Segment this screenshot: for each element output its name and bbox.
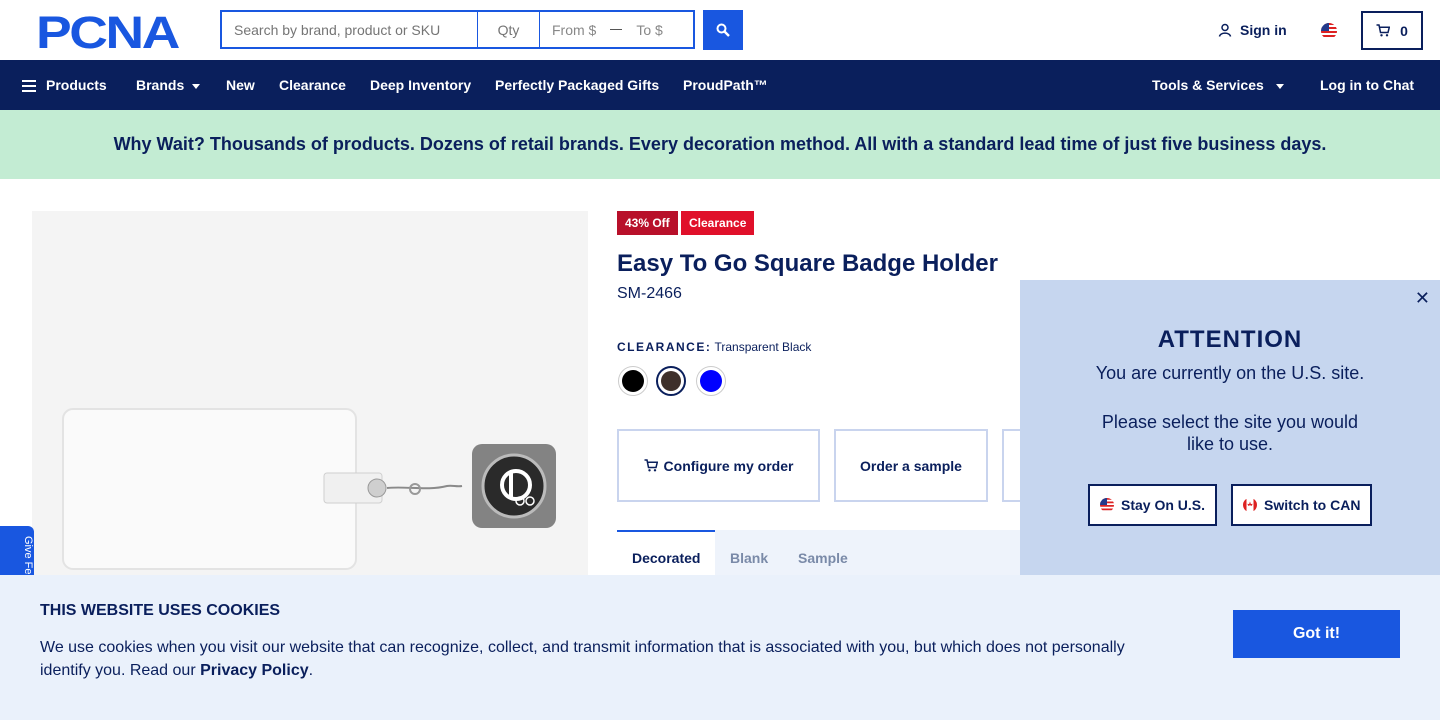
sign-in-link[interactable]: Sign in xyxy=(1218,22,1287,38)
price-dash xyxy=(610,29,623,30)
caret-down-icon xyxy=(1275,83,1284,89)
nav-tools-label: Tools & Services xyxy=(1152,77,1264,93)
close-icon[interactable]: ✕ xyxy=(1415,288,1430,309)
nav-deep-inventory[interactable]: Deep Inventory xyxy=(370,77,471,93)
nav-clearance[interactable]: Clearance xyxy=(279,77,346,93)
popup-line-2: Please select the site you would like to… xyxy=(1101,412,1359,454)
order-sample-button[interactable]: Order a sample xyxy=(834,429,988,502)
feedback-tab[interactable]: Give Fe xyxy=(0,526,34,576)
popup-line-1: You are currently on the U.S. site. xyxy=(1095,363,1365,383)
search-button[interactable] xyxy=(703,10,743,50)
pcna-logo[interactable]: PCNA xyxy=(36,12,184,50)
product-title: Easy To Go Square Badge Holder xyxy=(617,250,998,277)
nav-products[interactable]: Products xyxy=(22,77,107,93)
tab-blank[interactable]: Blank xyxy=(730,550,768,566)
product-sku: SM-2466 xyxy=(617,285,682,302)
swatch-fill xyxy=(700,370,722,392)
clearance-badge: Clearance xyxy=(681,211,755,235)
cart-icon xyxy=(644,459,658,472)
nav-brands[interactable]: Brands xyxy=(136,77,201,93)
cookie-accept-button[interactable]: Got it! xyxy=(1233,610,1400,658)
cart-button[interactable]: 0 xyxy=(1361,11,1423,50)
search-input[interactable] xyxy=(220,10,478,49)
configure-order-button[interactable]: Configure my order xyxy=(617,429,820,502)
switch-can-label: Switch to CAN xyxy=(1264,497,1361,513)
tab-sample[interactable]: Sample xyxy=(798,550,848,566)
configure-order-label: Configure my order xyxy=(663,457,794,474)
caret-down-icon xyxy=(192,83,201,89)
color-value: Transparent Black xyxy=(714,340,812,354)
cookie-message: We use cookies when you visit our websit… xyxy=(40,636,1160,682)
cart-count: 0 xyxy=(1400,22,1408,39)
search-icon xyxy=(716,23,730,37)
nav-new[interactable]: New xyxy=(226,77,255,93)
search-bar: From $ To $ xyxy=(220,10,695,50)
price-to-input[interactable]: To $ xyxy=(636,22,662,38)
stay-us-label: Stay On U.S. xyxy=(1121,497,1206,513)
nav-gifts[interactable]: Perfectly Packaged Gifts xyxy=(495,77,659,93)
main-nav: Products Brands New Clearance Deep Inven… xyxy=(0,60,1440,110)
badge-holder-illustration xyxy=(62,408,556,570)
site-select-popup: ✕ ATTENTION You are currently on the U.S… xyxy=(1020,280,1440,575)
nav-brands-label: Brands xyxy=(136,77,185,93)
swatch-fill xyxy=(622,370,644,392)
stay-us-button[interactable]: Stay On U.S. xyxy=(1088,484,1218,526)
discount-badge: 43% Off xyxy=(617,211,678,235)
price-range[interactable]: From $ To $ xyxy=(540,10,695,49)
canada-flag-icon xyxy=(1243,498,1257,512)
cookie-banner: THIS WEBSITE USES COOKIES We use cookies… xyxy=(0,575,1440,720)
promo-banner: Why Wait? Thousands of products. Dozens … xyxy=(0,110,1440,179)
privacy-policy-link[interactable]: Privacy Policy xyxy=(200,662,309,679)
color-swatch-blue[interactable] xyxy=(696,366,726,396)
popup-title: ATTENTION xyxy=(1157,326,1303,353)
user-icon xyxy=(1218,23,1232,37)
switch-can-button[interactable]: Switch to CAN xyxy=(1231,484,1373,526)
nav-chat-login[interactable]: Log in to Chat xyxy=(1320,77,1414,93)
top-bar: PCNA From $ To $ Sign in 0 xyxy=(0,0,1440,60)
nav-tools-services[interactable]: Tools & Services xyxy=(1152,77,1284,93)
qty-input[interactable] xyxy=(478,10,540,49)
sign-in-label: Sign in xyxy=(1240,22,1287,38)
selected-color-label: CLEARANCE: Transparent Black xyxy=(617,340,811,354)
price-from-input[interactable]: From $ xyxy=(552,22,596,38)
nav-products-label: Products xyxy=(46,77,107,93)
nav-proudpath[interactable]: ProudPath™ xyxy=(683,77,768,93)
color-key: CLEARANCE: xyxy=(617,340,712,354)
swatch-fill xyxy=(661,371,681,391)
color-swatch-transparent-black[interactable] xyxy=(656,366,686,396)
us-flag-icon[interactable] xyxy=(1321,23,1337,39)
svg-text:PCNA: PCNA xyxy=(36,12,180,50)
cookie-title: THIS WEBSITE USES COOKIES xyxy=(40,602,281,619)
us-flag-icon xyxy=(1100,498,1114,512)
promo-banner-text: Why Wait? Thousands of products. Dozens … xyxy=(113,134,1327,154)
order-sample-label: Order a sample xyxy=(860,457,962,474)
cart-icon xyxy=(1376,24,1391,37)
cookie-message-suffix: . xyxy=(308,662,314,679)
hamburger-icon xyxy=(22,80,36,93)
tab-decorated[interactable]: Decorated xyxy=(632,550,700,566)
product-image[interactable] xyxy=(32,211,588,581)
color-swatch-black[interactable] xyxy=(618,366,648,396)
